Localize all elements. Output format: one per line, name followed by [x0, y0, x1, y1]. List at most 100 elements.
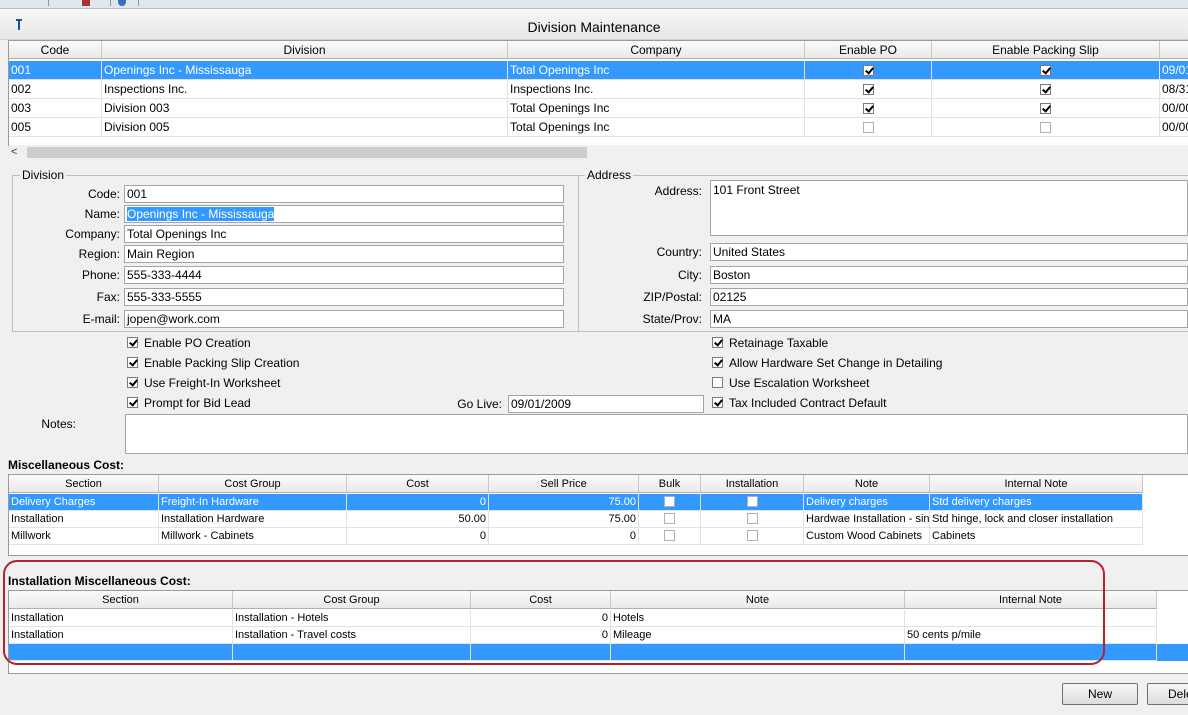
- internal-note-cell[interactable]: Std delivery charges: [930, 494, 1143, 511]
- table-row[interactable]: Installation Installation Hardware 50.00 75…: [9, 511, 1143, 528]
- internal-note-cell[interactable]: [905, 644, 1157, 661]
- column-header-extra[interactable]: [1160, 41, 1188, 59]
- enable-po-creation-checkbox[interactable]: Enable PO Creation: [127, 336, 251, 350]
- internal-note-cell[interactable]: 50 cents p/mile: [905, 627, 1157, 644]
- retainage-taxable-checkbox[interactable]: Retainage Taxable: [712, 336, 828, 350]
- column-header-enable-packing-slip[interactable]: Enable Packing Slip: [932, 41, 1160, 59]
- cost-group-cell[interactable]: Installation Hardware: [159, 511, 347, 528]
- internal-note-cell[interactable]: Cabinets: [930, 528, 1143, 545]
- country-field[interactable]: United States: [710, 243, 1188, 261]
- installation-cell[interactable]: [701, 511, 804, 528]
- division-cell[interactable]: Openings Inc - Mississauga: [102, 61, 508, 80]
- enable-packing-slip-cell[interactable]: [932, 118, 1160, 137]
- enable-packing-slip-cell-checkbox-icon[interactable]: [1040, 122, 1051, 133]
- enable-packing-slip-cell[interactable]: [932, 99, 1160, 118]
- sell-price-cell[interactable]: 0: [489, 528, 639, 545]
- installation-cell[interactable]: [701, 494, 804, 511]
- division-cell[interactable]: Inspections Inc.: [102, 80, 508, 99]
- sell-price-cell[interactable]: 75.00: [489, 511, 639, 528]
- enable-packing-slip-cell[interactable]: [932, 61, 1160, 80]
- column-header-division[interactable]: Division: [102, 41, 508, 59]
- installation-cell-checkbox-icon[interactable]: [746, 496, 758, 507]
- note-cell[interactable]: Mileage: [611, 627, 905, 644]
- email-field[interactable]: jopen@work.com: [124, 310, 564, 328]
- internal-note-cell[interactable]: [905, 610, 1157, 627]
- cost-cell[interactable]: 0: [471, 627, 611, 644]
- new-button[interactable]: New: [1062, 683, 1138, 705]
- checkbox-icon[interactable]: [127, 397, 138, 408]
- division-cell[interactable]: Division 005: [102, 118, 508, 137]
- column-header-cost[interactable]: Cost: [471, 591, 611, 609]
- checkbox-icon[interactable]: [127, 377, 138, 388]
- use-freight-in-worksheet-checkbox[interactable]: Use Freight-In Worksheet: [127, 376, 281, 390]
- company-cell[interactable]: Total Openings Inc: [508, 118, 805, 137]
- checkbox-icon[interactable]: [712, 337, 723, 348]
- table-row[interactable]: 003Division 003Total Openings Inc 00/00: [9, 99, 1188, 118]
- divisions-hscrollbar[interactable]: <: [9, 145, 1188, 160]
- column-header-bulk[interactable]: Bulk: [639, 475, 701, 493]
- company-field[interactable]: Total Openings Inc: [124, 225, 564, 243]
- note-cell[interactable]: Custom Wood Cabinets: [804, 528, 930, 545]
- enable-packing-slip-cell-checkbox-icon[interactable]: [1040, 65, 1051, 76]
- enable-po-cell-checkbox-icon[interactable]: [862, 103, 874, 114]
- internal-note-cell[interactable]: Std hinge, lock and closer installation: [930, 511, 1143, 528]
- bulk-cell[interactable]: [639, 511, 701, 528]
- column-header-internal-note[interactable]: Internal Note: [930, 475, 1143, 493]
- notes-field[interactable]: [125, 414, 1188, 454]
- zip-field[interactable]: 02125: [710, 288, 1188, 306]
- bulk-cell[interactable]: [639, 528, 701, 545]
- installation-cell-checkbox-icon[interactable]: [746, 513, 758, 524]
- column-header-enable-po[interactable]: Enable PO: [805, 41, 932, 59]
- column-header-code[interactable]: Code: [9, 41, 102, 59]
- scroll-left-icon[interactable]: <: [11, 146, 17, 158]
- note-cell[interactable]: Hotels: [611, 610, 905, 627]
- cost-cell[interactable]: 0: [471, 610, 611, 627]
- bulk-cell[interactable]: [639, 494, 701, 511]
- cost-group-cell[interactable]: [233, 644, 471, 661]
- company-cell[interactable]: Total Openings Inc: [508, 61, 805, 80]
- division-cell[interactable]: Division 003: [102, 99, 508, 118]
- tax-included-contract-default-checkbox[interactable]: Tax Included Contract Default: [712, 396, 886, 410]
- column-header-note[interactable]: Note: [611, 591, 905, 609]
- column-header-company[interactable]: Company: [508, 41, 805, 59]
- state-field[interactable]: MA: [710, 310, 1188, 328]
- column-header-cost[interactable]: Cost: [347, 475, 489, 493]
- table-row[interactable]: Millwork Millwork - Cabinets 0 0 Custom Wood…: [9, 528, 1143, 545]
- section-cell[interactable]: Installation: [9, 511, 159, 528]
- enable-packing-slip-cell-checkbox-icon[interactable]: [1040, 84, 1051, 95]
- enable-packing-slip-cell[interactable]: [932, 80, 1160, 99]
- code-cell[interactable]: 003: [9, 99, 102, 118]
- checkbox-icon[interactable]: [712, 357, 723, 368]
- delete-button[interactable]: Dele: [1147, 683, 1188, 705]
- table-row[interactable]: 001 Openings Inc - Mississauga Total Openi…: [9, 61, 1188, 80]
- company-cell[interactable]: Total Openings Inc: [508, 99, 805, 118]
- extra-cell[interactable]: 00/00: [1160, 99, 1188, 118]
- column-header-cost-group[interactable]: Cost Group: [233, 591, 471, 609]
- sell-price-cell[interactable]: 75.00: [489, 494, 639, 511]
- enable-po-cell[interactable]: [805, 118, 932, 137]
- go-live-field[interactable]: 09/01/2009: [508, 395, 704, 413]
- allow-hardware-set-change-checkbox[interactable]: Allow Hardware Set Change in Detailing: [712, 356, 942, 370]
- table-row[interactable]: Installation Installation - Hotels 0 Hotels: [9, 610, 1188, 627]
- extra-cell[interactable]: 00/00: [1160, 118, 1188, 137]
- bulk-cell-checkbox-icon[interactable]: [664, 530, 675, 541]
- checkbox-icon[interactable]: [712, 377, 723, 388]
- note-cell[interactable]: Delivery charges: [804, 494, 930, 511]
- code-field[interactable]: 001: [124, 185, 564, 203]
- cost-cell[interactable]: 0: [347, 494, 489, 511]
- cost-group-cell[interactable]: Freight-In Hardware: [159, 494, 347, 511]
- column-header-section[interactable]: Section: [9, 591, 233, 609]
- column-header-sell-price[interactable]: Sell Price: [489, 475, 639, 493]
- column-header-section[interactable]: Section: [9, 475, 159, 493]
- section-cell[interactable]: Delivery Charges: [9, 494, 159, 511]
- city-field[interactable]: Boston: [710, 266, 1188, 284]
- enable-po-cell[interactable]: [805, 99, 932, 118]
- toolbar-icon[interactable]: [82, 0, 90, 6]
- cost-group-cell[interactable]: Installation - Hotels: [233, 610, 471, 627]
- enable-po-cell-checkbox-icon[interactable]: [862, 84, 874, 95]
- column-header-note[interactable]: Note: [804, 475, 930, 493]
- enable-packing-slip-creation-checkbox[interactable]: Enable Packing Slip Creation: [127, 356, 299, 370]
- table-row[interactable]: Installation Installation - Travel costs 0…: [9, 627, 1188, 644]
- bulk-cell-checkbox-icon[interactable]: [664, 496, 675, 507]
- column-header-internal-note[interactable]: Internal Note: [905, 591, 1157, 609]
